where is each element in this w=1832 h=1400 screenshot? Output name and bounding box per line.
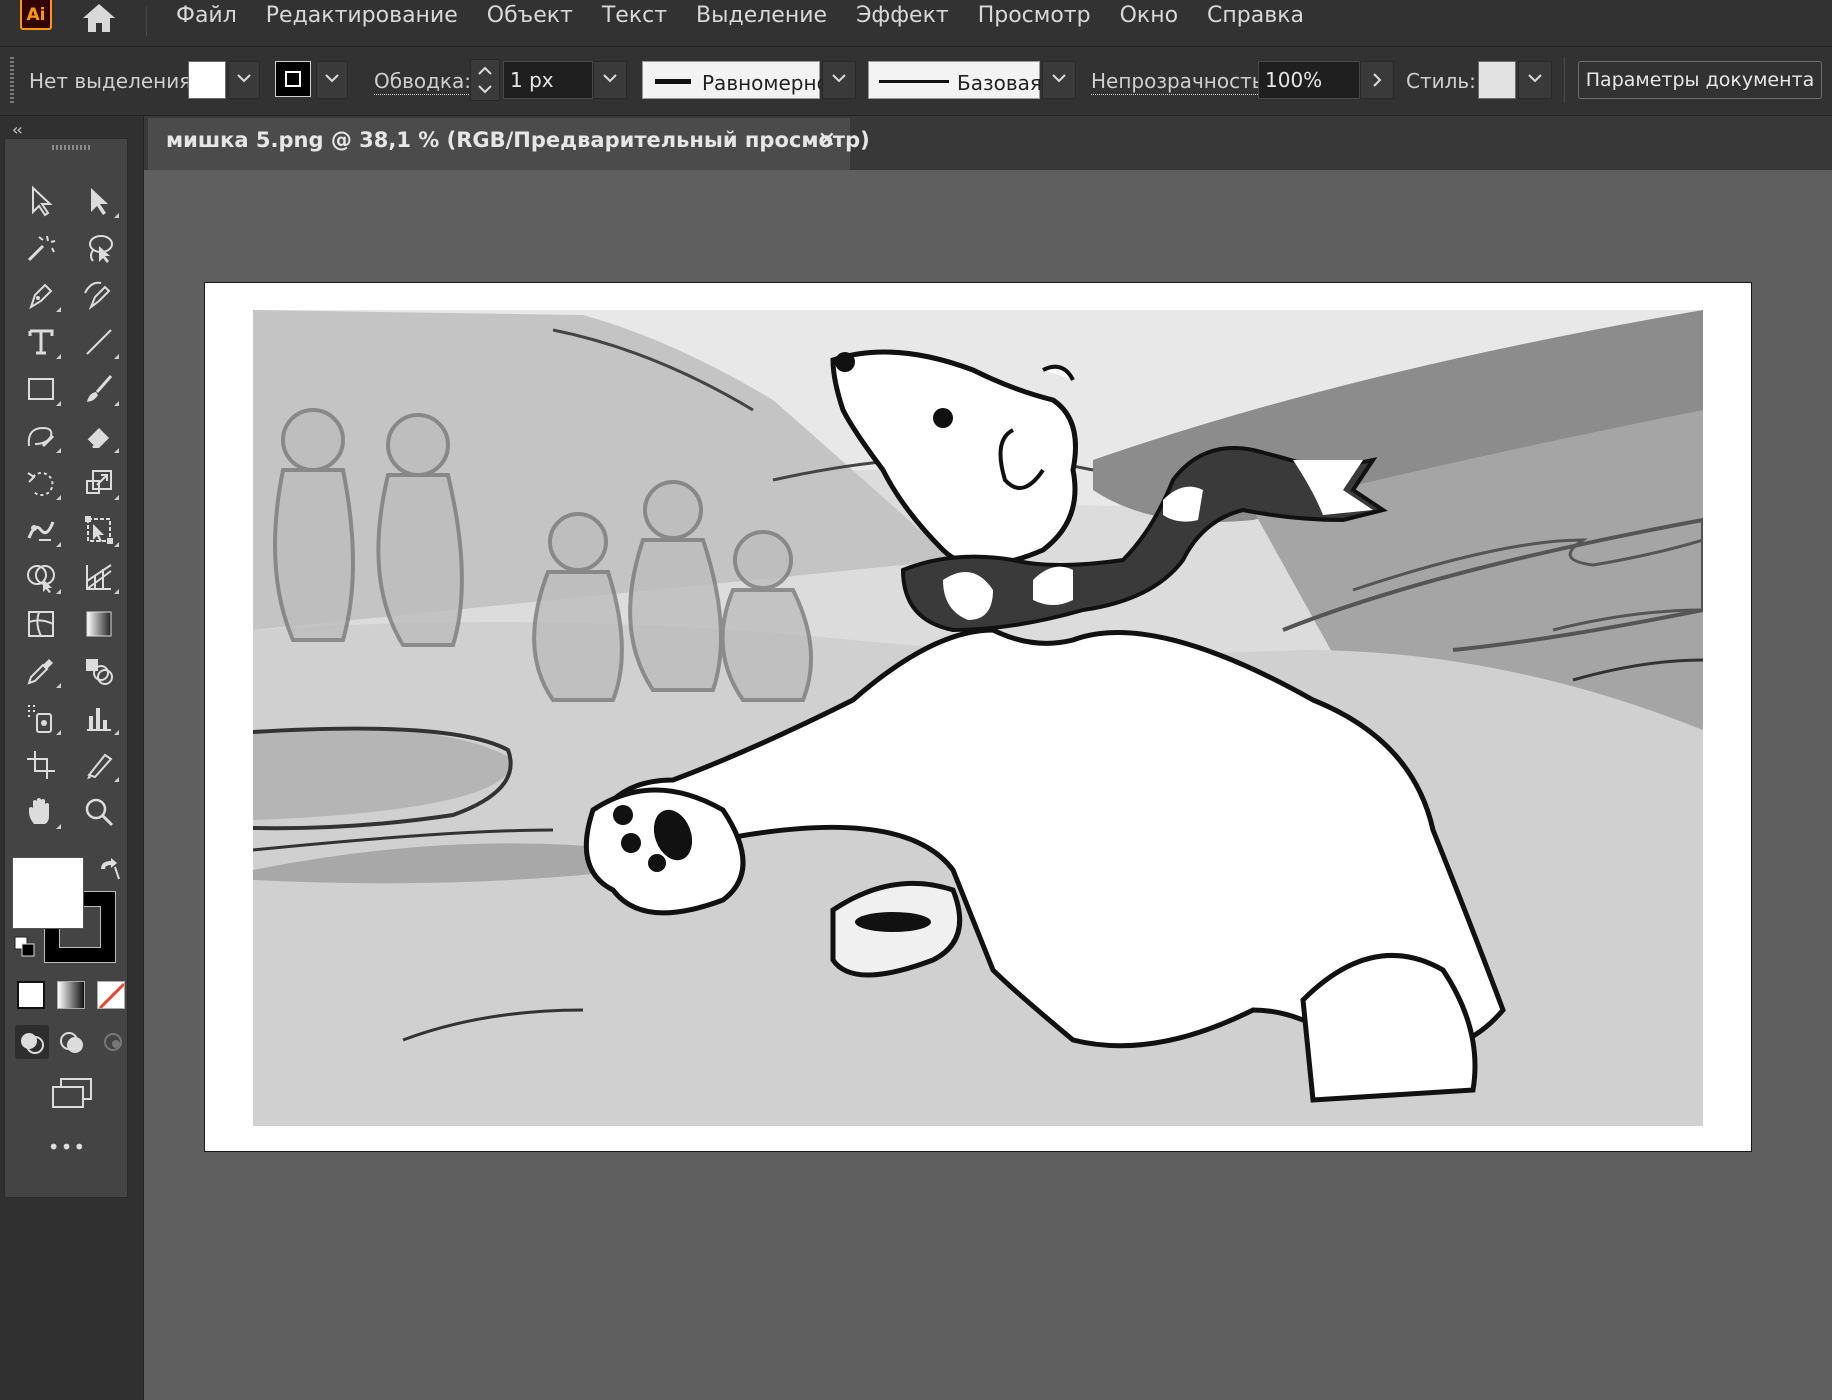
- style-dropdown[interactable]: [1518, 61, 1552, 99]
- lasso-tool-icon[interactable]: [77, 228, 121, 268]
- rectangle-tool-icon[interactable]: [19, 369, 63, 409]
- menu-help[interactable]: Справка: [1207, 0, 1304, 36]
- stroke-weight-dropdown[interactable]: [593, 61, 627, 99]
- chevron-down-icon: [603, 74, 617, 83]
- home-icon[interactable]: [78, 0, 120, 36]
- brush-label: Базовая: [957, 71, 1042, 95]
- close-icon[interactable]: ✕: [818, 128, 836, 153]
- shape-builder-tool-icon[interactable]: [19, 557, 63, 597]
- artboard-tool-icon[interactable]: [19, 745, 63, 785]
- panel-grip[interactable]: [52, 145, 92, 150]
- collapse-icon[interactable]: ‹‹: [12, 120, 23, 139]
- chevron-right-icon: [1373, 73, 1382, 87]
- perspective-grid-tool-icon[interactable]: [77, 557, 121, 597]
- default-fill-stroke-icon[interactable]: [13, 935, 37, 959]
- slice-tool-icon[interactable]: [77, 745, 121, 785]
- fill-swatch[interactable]: [188, 61, 226, 99]
- control-bar: Нет выделения Обводка: 1 px Равномерно Б…: [0, 47, 1832, 116]
- chevron-down-icon: [237, 74, 251, 83]
- control-bar-grip[interactable]: [10, 57, 14, 103]
- menu-effect[interactable]: Эффект: [856, 0, 949, 36]
- artboard[interactable]: [204, 282, 1752, 1152]
- fill-dropdown-button[interactable]: [228, 61, 260, 99]
- selection-tool-icon[interactable]: [19, 181, 63, 221]
- brush-dropdown[interactable]: [1042, 61, 1076, 99]
- profile-label: Равномерно: [702, 71, 829, 95]
- menu-bar: Ai Файл Редактирование Объект Текст Выде…: [0, 0, 1832, 47]
- menu-edit[interactable]: Редактирование: [266, 0, 458, 36]
- profile-dropdown[interactable]: [822, 61, 856, 99]
- shaper-tool-icon[interactable]: [19, 416, 63, 456]
- column-graph-tool-icon[interactable]: [77, 698, 121, 738]
- rotate-tool-icon[interactable]: [19, 463, 63, 503]
- app-logo[interactable]: Ai: [20, 0, 52, 30]
- free-transform-tool-icon[interactable]: [77, 510, 121, 550]
- fill-color-box[interactable]: [12, 857, 84, 929]
- curvature-tool-icon[interactable]: [77, 275, 121, 315]
- selection-status: Нет выделения: [29, 69, 192, 93]
- tools-panel-body: •••: [4, 138, 128, 1198]
- menu-select[interactable]: Выделение: [696, 0, 827, 36]
- zoom-tool-icon[interactable]: [77, 792, 121, 832]
- menu-type[interactable]: Текст: [602, 0, 667, 36]
- eyedropper-tool-icon[interactable]: [19, 651, 63, 691]
- swap-fill-stroke-icon[interactable]: [97, 857, 123, 883]
- mesh-tool-icon[interactable]: [19, 604, 63, 644]
- bear-illustration-image[interactable]: [253, 310, 1703, 1126]
- scale-tool-icon[interactable]: [77, 463, 121, 503]
- chevron-down-icon: [1052, 74, 1066, 83]
- menu-window[interactable]: Окно: [1120, 0, 1178, 36]
- brush-line-icon: [879, 80, 949, 83]
- stroke-dropdown-button[interactable]: [316, 61, 348, 99]
- graphic-style-swatch[interactable]: [1478, 61, 1516, 99]
- symbol-sprayer-tool-icon[interactable]: [19, 698, 63, 738]
- menu-list: Файл Редактирование Объект Текст Выделен…: [176, 0, 1333, 36]
- menu-divider: [146, 6, 147, 36]
- paintbrush-tool-icon[interactable]: [77, 369, 121, 409]
- magic-wand-tool-icon[interactable]: [19, 228, 63, 268]
- color-mode-button[interactable]: [17, 981, 45, 1009]
- chevron-down-icon: [325, 74, 339, 83]
- stroke-weight-stepper[interactable]: [470, 59, 500, 101]
- edit-toolbar-icon[interactable]: •••: [5, 1135, 129, 1159]
- variable-width-profile[interactable]: Равномерно: [642, 61, 829, 99]
- chevron-down-icon: [832, 74, 846, 83]
- puppet-warp-tool-icon[interactable]: [19, 510, 63, 550]
- gradient-tool-icon[interactable]: [77, 604, 121, 644]
- gradient-mode-button[interactable]: [57, 981, 85, 1009]
- opacity-label[interactable]: Непрозрачность:: [1091, 69, 1271, 95]
- stroke-weight-input[interactable]: 1 px: [503, 61, 593, 99]
- draw-inside-icon[interactable]: [97, 1025, 131, 1059]
- menu-object[interactable]: Объект: [487, 0, 573, 36]
- tools-panel: ‹‹ •••: [0, 116, 144, 1400]
- document-tab-bar: мишка 5.png @ 38,1 % (RGB/Предварительны…: [144, 116, 1832, 170]
- brush-definition[interactable]: Базовая: [868, 61, 1042, 99]
- change-screen-mode-icon[interactable]: [49, 1075, 97, 1111]
- type-tool-icon[interactable]: [19, 322, 63, 362]
- profile-line-icon: [655, 79, 691, 84]
- hand-tool-icon[interactable]: [19, 792, 63, 832]
- opacity-expand-button[interactable]: [1360, 61, 1394, 99]
- none-mode-button[interactable]: [97, 981, 125, 1009]
- line-segment-tool-icon[interactable]: [77, 322, 121, 362]
- control-bar-divider: [1564, 57, 1565, 103]
- blend-tool-icon[interactable]: [77, 651, 121, 691]
- document-tab[interactable]: мишка 5.png @ 38,1 % (RGB/Предварительны…: [148, 118, 870, 170]
- eraser-tool-icon[interactable]: [77, 416, 121, 456]
- pen-tool-icon[interactable]: [19, 275, 63, 315]
- opacity-input[interactable]: 100%: [1258, 61, 1360, 99]
- draw-normal-icon[interactable]: [15, 1025, 49, 1059]
- canvas-area[interactable]: [144, 170, 1832, 1400]
- stroke-swatch[interactable]: [275, 61, 311, 97]
- direct-selection-tool-icon[interactable]: [77, 181, 121, 221]
- draw-behind-icon[interactable]: [55, 1025, 89, 1059]
- style-label: Стиль:: [1406, 69, 1476, 93]
- document-tab-title: мишка 5.png @ 38,1 % (RGB/Предварительны…: [166, 128, 870, 152]
- document-setup-button[interactable]: Параметры документа: [1578, 61, 1822, 99]
- menu-file[interactable]: Файл: [176, 0, 237, 36]
- chevron-down-icon: [1528, 74, 1542, 83]
- menu-view[interactable]: Просмотр: [978, 0, 1091, 36]
- illustrator-window: Ai Файл Редактирование Объект Текст Выде…: [0, 0, 1832, 1400]
- stroke-label[interactable]: Обводка:: [374, 69, 472, 95]
